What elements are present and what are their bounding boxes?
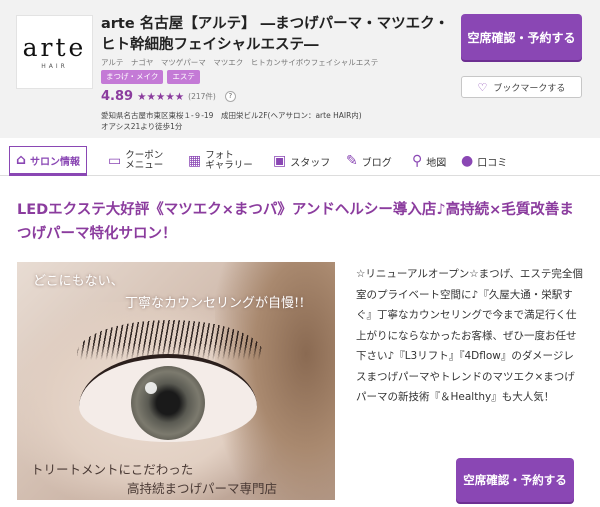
catch-copy: LEDエクステ大好評《マツエク×まつパ》アンドヘルシー導入店♪高持続×毛質改善ま… xyxy=(17,202,574,242)
shop-name[interactable]: arte 名古屋【アルテ】 ―まつげパーマ・マツエク・ヒト幹細胞フェイシャルエス… xyxy=(101,14,451,56)
address: 愛知県名古屋市東区東桜１-９-19 成田栄ビル2F(ヘアサロン：arte HAI… xyxy=(101,110,401,132)
help-icon[interactable]: ? xyxy=(224,91,236,102)
salon-main-photo[interactable]: どこにもない、 丁寧なカウンセリングが自慢!! トリートメントにこだわった 高持… xyxy=(17,262,335,500)
star-rating-icon: ★★★★★ xyxy=(137,90,185,103)
photo-iris xyxy=(131,366,205,440)
tab-label: ブログ xyxy=(361,157,392,169)
category-tag: まつげ・メイク xyxy=(101,70,164,84)
category-tag: エステ xyxy=(167,70,200,84)
reserve-button-bottom[interactable]: 空席確認・予約する xyxy=(456,458,574,502)
heart-icon: ♡ xyxy=(477,80,488,94)
rating-score: 4.89 xyxy=(101,89,134,104)
photo-caption: どこにもない、 xyxy=(33,274,124,289)
address-line: 愛知県名古屋市東区東桜１-９-19 成田栄ビル2F(ヘアサロン：arte HAI… xyxy=(101,111,362,120)
tab-map[interactable]: ⚲ 地図 xyxy=(412,146,446,176)
staff-icon: ▣ xyxy=(273,153,287,169)
bookmark-label: ブックマークする xyxy=(493,83,566,94)
salon-logo: arte HAIR xyxy=(16,15,93,89)
tab-salon-info[interactable]: ⌂ サロン情報 xyxy=(9,146,88,176)
chat-icon: ● xyxy=(461,153,474,169)
access-line: オアシス21より徒歩1分 xyxy=(101,122,183,131)
logo-subtext: HAIR xyxy=(41,62,68,70)
photo-caption: 高持続まつげパーマ専門店 xyxy=(127,481,278,496)
shop-name-kana: アルテ ナゴヤ マツゲパーマ マツエク ヒトカンサイボウフェイシャルエステ xyxy=(101,58,379,67)
reserve-button[interactable]: 空席確認・予約する xyxy=(461,14,582,60)
photo-icon: ▦ xyxy=(188,153,202,169)
tab-label: サロン情報 xyxy=(30,156,81,168)
salon-description: ☆リニューアルオープン☆まつげ、エステ完全個室のプライベート空間に♪『久屋大通・… xyxy=(356,268,583,403)
photo-glint xyxy=(145,382,157,394)
tab-photo-gallery[interactable]: ▦ フォト ギャラリー xyxy=(188,146,253,176)
salon-tabs: ⌂ サロン情報 ▭ クーポン メニュー ▦ フォト ギャラリー ▣ スタッフ ✎… xyxy=(0,140,600,176)
tab-label: フォト ギャラリー xyxy=(205,150,253,171)
photo-caption: トリートメントにこだわった xyxy=(31,462,194,477)
tab-label: 地図 xyxy=(426,157,447,169)
ticket-icon: ▭ xyxy=(108,153,122,169)
map-pin-icon: ⚲ xyxy=(412,153,423,169)
logo-text: arte xyxy=(22,32,87,62)
photo-caption: 丁寧なカウンセリングが自慢!! xyxy=(125,296,305,311)
tab-staff[interactable]: ▣ スタッフ xyxy=(273,146,330,176)
tab-label: クーポン メニュー xyxy=(125,150,164,171)
tab-blog[interactable]: ✎ ブログ xyxy=(346,146,392,176)
salon-header: arte HAIR arte 名古屋【アルテ】 ―まつげパーマ・マツエク・ヒト幹… xyxy=(0,0,600,138)
home-icon: ⌂ xyxy=(16,152,27,168)
pen-icon: ✎ xyxy=(346,153,358,169)
tab-label: スタッフ xyxy=(290,157,331,169)
tab-reviews[interactable]: ● 口コミ xyxy=(461,146,507,176)
tab-label: 口コミ xyxy=(477,157,508,169)
category-tags: まつげ・メイク エステ xyxy=(101,70,200,84)
review-count[interactable]: (217件) xyxy=(188,91,216,102)
tab-coupon-menu[interactable]: ▭ クーポン メニュー xyxy=(108,146,163,176)
rating: 4.89 ★★★★★ (217件) ? xyxy=(101,89,236,104)
bookmark-button[interactable]: ♡ ブックマークする xyxy=(461,76,582,98)
